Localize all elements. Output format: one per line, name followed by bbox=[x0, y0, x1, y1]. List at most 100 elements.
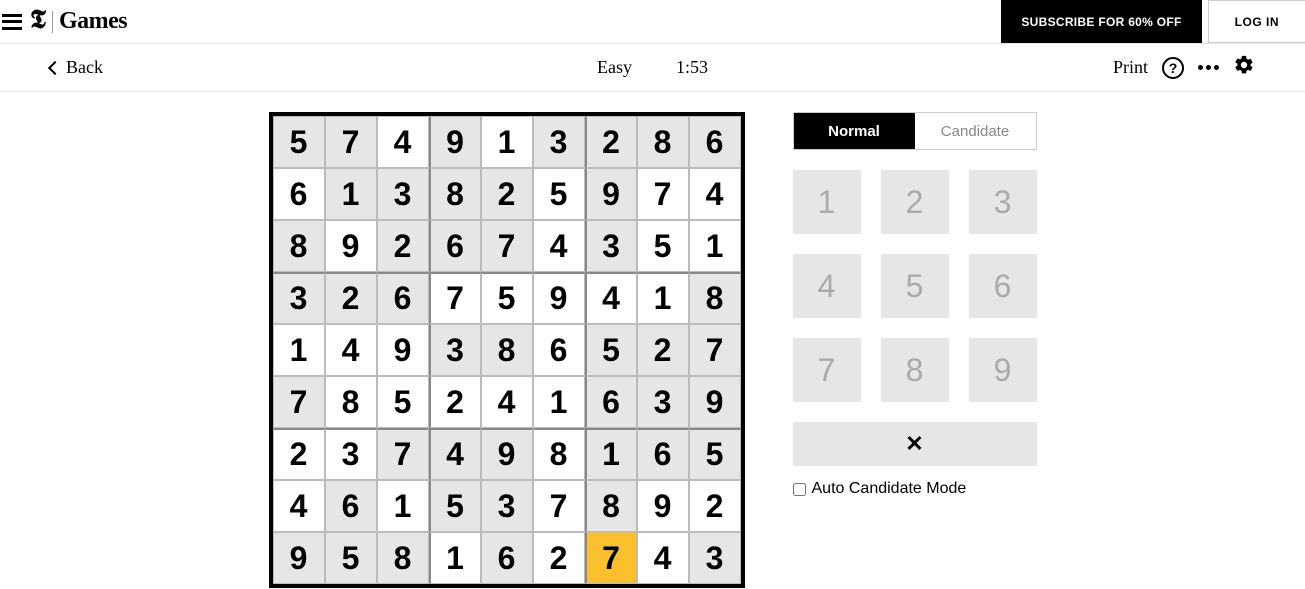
keypad-9[interactable]: 9 bbox=[969, 338, 1037, 402]
sudoku-cell[interactable]: 6 bbox=[325, 480, 377, 532]
sudoku-cell[interactable]: 7 bbox=[429, 272, 481, 324]
sudoku-cell[interactable]: 9 bbox=[273, 532, 325, 584]
sudoku-cell[interactable]: 1 bbox=[637, 272, 689, 324]
sudoku-cell[interactable]: 4 bbox=[325, 324, 377, 376]
sudoku-cell[interactable]: 6 bbox=[481, 532, 533, 584]
sudoku-cell[interactable]: 7 bbox=[689, 324, 741, 376]
sudoku-cell[interactable]: 9 bbox=[637, 480, 689, 532]
sudoku-cell[interactable]: 5 bbox=[325, 532, 377, 584]
sudoku-cell[interactable]: 5 bbox=[429, 480, 481, 532]
sudoku-cell[interactable]: 3 bbox=[429, 324, 481, 376]
sudoku-cell[interactable]: 4 bbox=[481, 376, 533, 428]
sudoku-cell[interactable]: 1 bbox=[377, 480, 429, 532]
back-button[interactable]: Back bbox=[50, 57, 103, 78]
erase-button[interactable]: ✕ bbox=[793, 422, 1037, 466]
sudoku-cell[interactable]: 2 bbox=[585, 116, 637, 168]
sudoku-cell[interactable]: 5 bbox=[585, 324, 637, 376]
sudoku-cell[interactable]: 7 bbox=[273, 376, 325, 428]
sudoku-cell[interactable]: 6 bbox=[585, 376, 637, 428]
menu-icon[interactable] bbox=[2, 14, 22, 30]
sudoku-cell[interactable]: 9 bbox=[533, 272, 585, 324]
sudoku-cell[interactable]: 5 bbox=[481, 272, 533, 324]
auto-candidate-checkbox[interactable] bbox=[793, 483, 806, 496]
keypad-5[interactable]: 5 bbox=[881, 254, 949, 318]
sudoku-cell[interactable]: 2 bbox=[533, 532, 585, 584]
sudoku-cell[interactable]: 9 bbox=[325, 220, 377, 272]
sudoku-cell[interactable]: 2 bbox=[325, 272, 377, 324]
sudoku-cell[interactable]: 4 bbox=[533, 220, 585, 272]
sudoku-cell[interactable]: 7 bbox=[585, 532, 637, 584]
sudoku-cell[interactable]: 2 bbox=[481, 168, 533, 220]
sudoku-cell[interactable]: 8 bbox=[533, 428, 585, 480]
sudoku-cell[interactable]: 3 bbox=[481, 480, 533, 532]
sudoku-cell[interactable]: 3 bbox=[325, 428, 377, 480]
sudoku-cell[interactable]: 5 bbox=[689, 428, 741, 480]
keypad-1[interactable]: 1 bbox=[793, 170, 861, 234]
mode-candidate-button[interactable]: Candidate bbox=[915, 113, 1036, 149]
auto-candidate-toggle[interactable]: Auto Candidate Mode bbox=[793, 480, 1037, 498]
keypad-4[interactable]: 4 bbox=[793, 254, 861, 318]
sudoku-cell[interactable]: 8 bbox=[585, 480, 637, 532]
sudoku-cell[interactable]: 4 bbox=[273, 480, 325, 532]
more-icon[interactable] bbox=[1198, 65, 1219, 70]
sudoku-cell[interactable]: 8 bbox=[481, 324, 533, 376]
sudoku-cell[interactable]: 7 bbox=[377, 428, 429, 480]
sudoku-cell[interactable]: 9 bbox=[585, 168, 637, 220]
sudoku-cell[interactable]: 8 bbox=[377, 532, 429, 584]
sudoku-cell[interactable]: 3 bbox=[533, 116, 585, 168]
mode-normal-button[interactable]: Normal bbox=[794, 113, 915, 149]
keypad-3[interactable]: 3 bbox=[969, 170, 1037, 234]
sudoku-cell[interactable]: 8 bbox=[689, 272, 741, 324]
sudoku-cell[interactable]: 5 bbox=[637, 220, 689, 272]
sudoku-cell[interactable]: 3 bbox=[585, 220, 637, 272]
sudoku-cell[interactable]: 6 bbox=[377, 272, 429, 324]
sudoku-cell[interactable]: 1 bbox=[481, 116, 533, 168]
sudoku-cell[interactable]: 1 bbox=[273, 324, 325, 376]
sudoku-cell[interactable]: 4 bbox=[429, 428, 481, 480]
sudoku-cell[interactable]: 4 bbox=[585, 272, 637, 324]
keypad-8[interactable]: 8 bbox=[881, 338, 949, 402]
sudoku-cell[interactable]: 2 bbox=[377, 220, 429, 272]
sudoku-cell[interactable]: 9 bbox=[429, 116, 481, 168]
sudoku-cell[interactable]: 9 bbox=[689, 376, 741, 428]
sudoku-cell[interactable]: 3 bbox=[273, 272, 325, 324]
keypad-6[interactable]: 6 bbox=[969, 254, 1037, 318]
sudoku-cell[interactable]: 6 bbox=[637, 428, 689, 480]
keypad-7[interactable]: 7 bbox=[793, 338, 861, 402]
sudoku-cell[interactable]: 5 bbox=[533, 168, 585, 220]
sudoku-cell[interactable]: 3 bbox=[637, 376, 689, 428]
help-icon[interactable]: ? bbox=[1162, 57, 1184, 79]
sudoku-cell[interactable]: 2 bbox=[273, 428, 325, 480]
sudoku-cell[interactable]: 1 bbox=[585, 428, 637, 480]
sudoku-cell[interactable]: 3 bbox=[377, 168, 429, 220]
sudoku-cell[interactable]: 7 bbox=[325, 116, 377, 168]
keypad-2[interactable]: 2 bbox=[881, 170, 949, 234]
sudoku-cell[interactable]: 7 bbox=[637, 168, 689, 220]
brand-link[interactable]: 𝕿 Games bbox=[30, 8, 127, 35]
sudoku-cell[interactable]: 7 bbox=[481, 220, 533, 272]
sudoku-cell[interactable]: 1 bbox=[325, 168, 377, 220]
print-button[interactable]: Print bbox=[1113, 57, 1148, 78]
sudoku-cell[interactable]: 8 bbox=[325, 376, 377, 428]
sudoku-cell[interactable]: 8 bbox=[429, 168, 481, 220]
sudoku-cell[interactable]: 1 bbox=[533, 376, 585, 428]
sudoku-cell[interactable]: 6 bbox=[689, 116, 741, 168]
sudoku-cell[interactable]: 9 bbox=[481, 428, 533, 480]
sudoku-cell[interactable]: 1 bbox=[429, 532, 481, 584]
login-button[interactable]: LOG IN bbox=[1208, 0, 1305, 43]
sudoku-cell[interactable]: 7 bbox=[533, 480, 585, 532]
sudoku-cell[interactable]: 6 bbox=[429, 220, 481, 272]
sudoku-cell[interactable]: 3 bbox=[689, 532, 741, 584]
subscribe-button[interactable]: SUBSCRIBE FOR 60% OFF bbox=[1001, 0, 1201, 43]
sudoku-cell[interactable]: 6 bbox=[273, 168, 325, 220]
sudoku-cell[interactable]: 2 bbox=[689, 480, 741, 532]
sudoku-cell[interactable]: 2 bbox=[637, 324, 689, 376]
sudoku-cell[interactable]: 4 bbox=[689, 168, 741, 220]
sudoku-cell[interactable]: 5 bbox=[377, 376, 429, 428]
gear-icon[interactable] bbox=[1233, 54, 1255, 81]
sudoku-cell[interactable]: 1 bbox=[689, 220, 741, 272]
sudoku-cell[interactable]: 9 bbox=[377, 324, 429, 376]
sudoku-cell[interactable]: 4 bbox=[637, 532, 689, 584]
sudoku-cell[interactable]: 8 bbox=[637, 116, 689, 168]
sudoku-cell[interactable]: 2 bbox=[429, 376, 481, 428]
